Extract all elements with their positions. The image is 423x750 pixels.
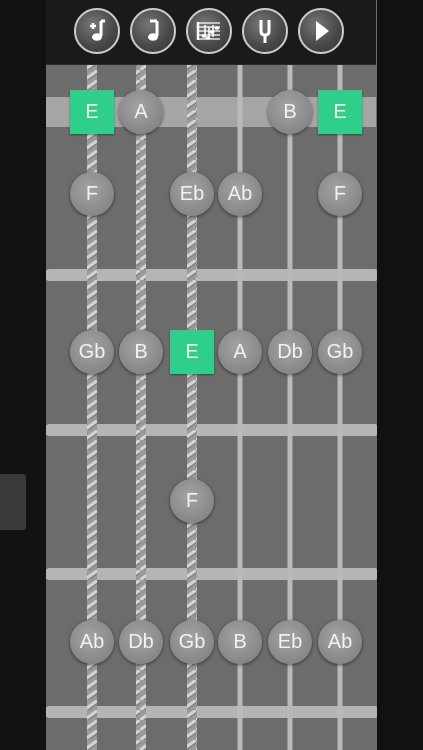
right-bezel — [377, 0, 423, 750]
add-note-button[interactable] — [74, 8, 120, 54]
staff-chords-icon — [196, 22, 220, 40]
note-button[interactable] — [130, 8, 176, 54]
tuning-fork-icon — [259, 20, 271, 43]
note-marker[interactable]: F — [318, 172, 362, 216]
note-marker[interactable]: B — [119, 330, 163, 374]
root-note-marker[interactable]: E — [70, 90, 114, 134]
note-marker[interactable]: Gb — [70, 330, 114, 374]
eighth-note-icon — [148, 19, 159, 41]
note-marker[interactable]: F — [70, 172, 114, 216]
fretboard-app: E A B E F Eb Ab F Gb B E A Db Gb F Ab Db Gb B Eb Ab — [0, 0, 423, 750]
note-marker[interactable]: B — [268, 90, 312, 134]
note-marker[interactable]: Gb — [318, 330, 362, 374]
toolbar — [46, 0, 376, 65]
note-marker[interactable]: Ab — [70, 620, 114, 664]
note-marker[interactable]: Db — [268, 330, 312, 374]
root-note-marker[interactable]: E — [170, 330, 214, 374]
note-marker[interactable]: Db — [119, 620, 163, 664]
note-marker[interactable]: Ab — [218, 172, 262, 216]
root-note-marker[interactable]: E — [318, 90, 362, 134]
note-marker[interactable]: A — [119, 90, 163, 134]
tuning-fork-button[interactable] — [242, 8, 288, 54]
note-marker[interactable]: F — [170, 479, 214, 523]
left-bezel — [0, 0, 46, 750]
note-marker[interactable]: A — [218, 330, 262, 374]
scale-staff-button[interactable] — [186, 8, 232, 54]
play-icon — [316, 21, 329, 41]
note-marker[interactable]: Eb — [268, 620, 312, 664]
note-plus-icon — [90, 19, 105, 41]
note-marker[interactable]: Eb — [170, 172, 214, 216]
note-marker[interactable]: B — [218, 620, 262, 664]
note-marker[interactable]: Gb — [170, 620, 214, 664]
play-button[interactable] — [298, 8, 344, 54]
side-drawer-handle[interactable] — [0, 474, 26, 530]
note-marker[interactable]: Ab — [318, 620, 362, 664]
